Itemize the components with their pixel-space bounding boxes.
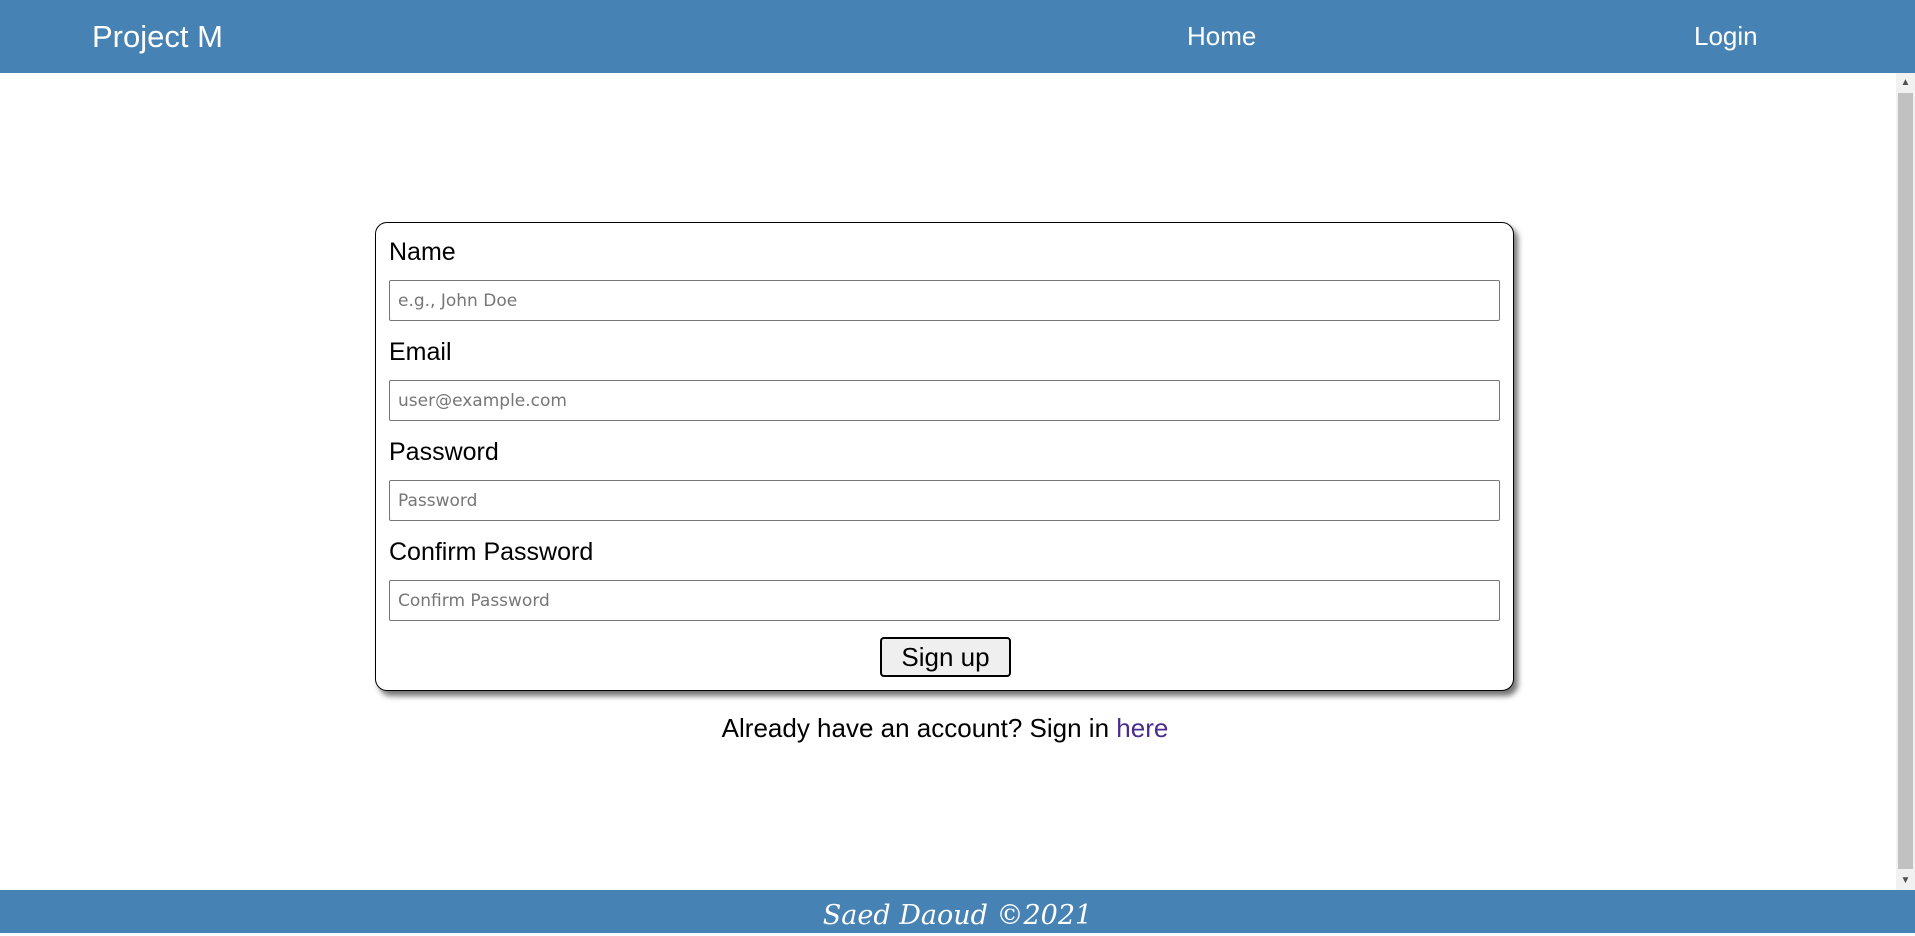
name-input[interactable] xyxy=(389,280,1500,321)
signin-here-link[interactable]: here xyxy=(1116,713,1168,743)
email-label: Email xyxy=(389,338,452,366)
password-label: Password xyxy=(389,438,499,466)
signup-form-card: Name Email Password Confirm Password Sig… xyxy=(375,222,1514,691)
vertical-scrollbar[interactable]: ▲ ▼ xyxy=(1896,73,1915,890)
footer-copyright: Saed Daoud ©2021 xyxy=(822,900,1093,931)
email-input[interactable] xyxy=(389,380,1500,421)
signup-button[interactable]: Sign up xyxy=(880,637,1011,677)
signin-prompt: Already have an account? Sign in here xyxy=(0,711,1890,745)
scroll-thumb[interactable] xyxy=(1898,93,1913,869)
footer: Saed Daoud ©2021 xyxy=(0,890,1915,933)
scroll-up-arrow-icon[interactable]: ▲ xyxy=(1896,73,1915,92)
top-navbar: Project M Home Login xyxy=(0,0,1915,73)
confirm-password-label: Confirm Password xyxy=(389,538,594,566)
nav-login-link[interactable]: Login xyxy=(1694,19,1758,53)
scroll-down-arrow-icon[interactable]: ▼ xyxy=(1896,871,1915,890)
name-label: Name xyxy=(389,238,456,266)
nav-home-link[interactable]: Home xyxy=(1187,19,1256,53)
confirm-password-input[interactable] xyxy=(389,580,1500,621)
password-input[interactable] xyxy=(389,480,1500,521)
brand-logo-text[interactable]: Project M xyxy=(92,17,223,56)
signin-prompt-text: Already have an account? Sign in xyxy=(721,713,1117,743)
